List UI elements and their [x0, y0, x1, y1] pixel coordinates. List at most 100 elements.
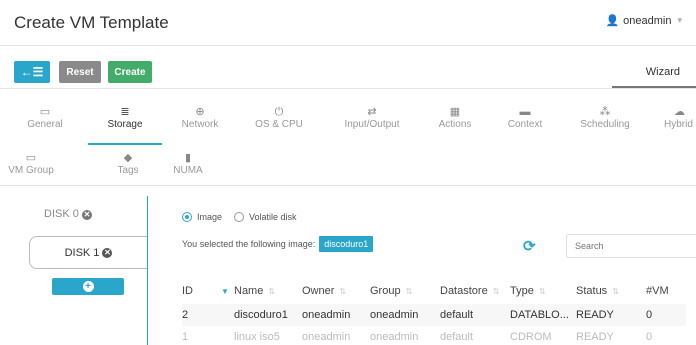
tab-label: Scheduling — [580, 119, 630, 130]
tab-label: OS & CPU — [255, 119, 303, 130]
tab-label: Input/Output — [344, 119, 400, 130]
selected-image-badge: discoduro1 — [319, 236, 374, 252]
cell-owner: oneadmin — [302, 304, 370, 326]
close-icon[interactable]: ✕ — [81, 210, 92, 220]
sitemap-icon: ⁂ — [599, 106, 611, 118]
tab-numa[interactable]: ▮ NUMA — [168, 152, 208, 176]
tab-actions[interactable]: ▦ Actions — [420, 106, 490, 130]
image-radio[interactable] — [182, 212, 192, 222]
folder-icon: ▭ — [25, 152, 37, 164]
tab-vm-group[interactable]: ▭ VM Group — [0, 152, 62, 176]
power-icon: ⏻ — [274, 106, 284, 118]
tab-os-cpu[interactable]: ⏻ OS & CPU — [244, 106, 314, 130]
add-disk-button[interactable]: + — [52, 278, 124, 295]
tab-input-output[interactable]: ⇄ Input/Output — [337, 106, 407, 130]
cell-id: 1 — [182, 331, 189, 343]
column-header-type[interactable]: Type ⇅ — [510, 278, 576, 304]
reset-button[interactable]: Reset — [59, 61, 101, 83]
divider — [0, 45, 696, 46]
cell-owner: oneadmin — [302, 331, 351, 343]
user-icon: 👤 — [605, 15, 620, 27]
tab-tags[interactable]: ◆ Tags — [108, 152, 148, 176]
sort-icon: ⇅ — [405, 287, 413, 296]
table-row[interactable]: 2 discoduro1 oneadmin oneadmin default D… — [182, 304, 686, 326]
divider — [0, 185, 696, 186]
column-header-name[interactable]: Name ⇅ — [234, 278, 302, 304]
disk-label: DISK 1 — [64, 246, 100, 259]
selected-image-row: You selected the following image: discod… — [182, 236, 374, 252]
column-header-vms[interactable]: #VM — [646, 278, 686, 304]
column-header-owner[interactable]: Owner ⇅ — [302, 278, 370, 304]
cell-name: discoduro1 — [234, 304, 302, 326]
disk-type-radio-group: Image Volatile disk — [182, 212, 309, 222]
table-row[interactable]: 1 linux iso5 oneadmin oneadmin default C… — [182, 326, 686, 345]
cell-group: oneadmin — [370, 331, 419, 343]
plus-icon: + — [82, 281, 94, 292]
cell-type: DATABLO... — [510, 304, 576, 326]
images-table: ID ▼ Name ⇅ Owner ⇅ Group ⇅ Datastore ⇅ Type ⇅… — [182, 278, 686, 345]
monitor-icon: ▭ — [39, 106, 51, 118]
refresh-icon[interactable]: ⟳ — [523, 237, 536, 255]
tab-scheduling[interactable]: ⁂ Scheduling — [570, 106, 640, 130]
image-radio-label: Image — [197, 212, 223, 222]
column-header-group[interactable]: Group ⇅ — [370, 278, 440, 304]
back-button[interactable]: ←☰ — [14, 61, 50, 83]
close-icon[interactable]: ✕ — [102, 247, 113, 258]
create-button[interactable]: Create — [108, 61, 152, 83]
disk-label: DISK 0 — [44, 208, 79, 220]
tab-general[interactable]: ▭ General — [10, 106, 80, 130]
sort-icon: ⇅ — [268, 287, 276, 296]
calendar-icon: ▦ — [449, 106, 461, 118]
tab-label: Network — [181, 119, 219, 130]
selected-image-text: You selected the following image: — [182, 239, 316, 249]
column-header-id[interactable]: ID ▼ — [182, 278, 234, 304]
tab-storage[interactable]: ≣ Storage — [90, 106, 160, 130]
search-input[interactable] — [566, 234, 696, 258]
disk-tab-0[interactable]: DISK 0 ✕ — [44, 208, 92, 220]
page-title: Create VM Template — [14, 13, 169, 32]
tab-label: Tags — [117, 165, 139, 176]
tab-context[interactable]: ▬ Context — [490, 106, 560, 130]
tab-label: Context — [507, 119, 543, 130]
globe-icon: ⊕ — [195, 106, 205, 118]
column-header-status[interactable]: Status ⇅ — [576, 278, 646, 304]
tab-label: Storage — [107, 119, 143, 130]
tag-icon: ◆ — [123, 152, 133, 164]
column-header-datastore[interactable]: Datastore ⇅ — [440, 278, 510, 304]
active-tab-underline — [88, 143, 162, 145]
cloud-icon: ☁ — [674, 106, 685, 118]
disk-tab-1[interactable]: DISK 1 ✕ — [29, 236, 147, 269]
sort-icon: ⇅ — [538, 287, 546, 296]
cell-status: READY — [576, 304, 646, 326]
table-header-row: ID ▼ Name ⇅ Owner ⇅ Group ⇅ Datastore ⇅ Type ⇅… — [182, 278, 686, 304]
volatile-radio-label: Volatile disk — [249, 212, 297, 222]
sort-icon: ⇅ — [612, 287, 619, 296]
cell-type: CDROM — [510, 331, 552, 343]
tab-label: Actions — [438, 119, 472, 130]
user-name: oneadmin — [623, 14, 672, 27]
chip-icon: ▮ — [184, 152, 192, 164]
storage-icon: ≣ — [120, 106, 130, 118]
wizard-tab[interactable]: Wizard — [646, 66, 680, 78]
sort-icon: ⇅ — [492, 287, 500, 296]
tab-label: NUMA — [173, 165, 203, 176]
tab-hybrid[interactable]: ☁ Hybrid — [646, 106, 696, 130]
tab-label: VM Group — [8, 165, 54, 176]
chevron-down-icon: ▾ — [677, 15, 682, 25]
cell-id: 2 — [182, 304, 234, 326]
cell-datastore: default — [440, 331, 474, 343]
exchange-icon: ⇄ — [367, 106, 377, 118]
divider — [0, 88, 696, 89]
volatile-radio[interactable] — [234, 212, 245, 222]
cell-name: linux iso5 — [234, 331, 280, 343]
cell-group: oneadmin — [370, 304, 440, 326]
tab-label: Hybrid — [664, 119, 693, 130]
user-menu[interactable]: 👤 oneadmin ▾ — [605, 14, 682, 28]
sort-down-icon: ▼ — [221, 287, 229, 296]
cell-vms: 0 — [646, 304, 686, 326]
tab-label: General — [27, 119, 63, 130]
cell-status: READY — [576, 331, 614, 343]
tab-network[interactable]: ⊕ Network — [165, 106, 235, 130]
disk-panel-border — [147, 196, 148, 345]
cell-datastore: default — [440, 304, 510, 326]
